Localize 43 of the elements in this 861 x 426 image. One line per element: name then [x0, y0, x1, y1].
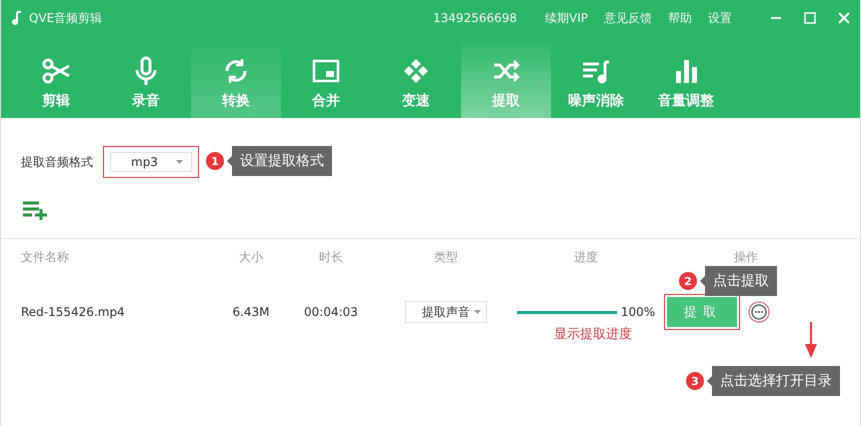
close-icon[interactable]: [838, 12, 850, 24]
menu-link[interactable]: 续期VIP: [545, 10, 588, 26]
tool-tab[interactable]: 合并: [281, 36, 371, 118]
column-header: 文件名称: [21, 248, 70, 266]
column-header: 大小: [238, 248, 264, 266]
step-badge: 2: [679, 272, 697, 290]
file-name: Red-155426.mp4: [21, 305, 126, 319]
column-header: 进度: [573, 248, 599, 266]
column-header: 类型: [433, 248, 459, 266]
format-label: 提取音频格式: [21, 154, 93, 170]
scissors-icon: [41, 56, 71, 86]
column-header: 操作: [733, 248, 759, 266]
menu-link[interactable]: 帮助: [668, 10, 692, 26]
music-note-icon: [11, 11, 23, 25]
callout-tooltip: 点击提取: [700, 266, 777, 296]
format-dropdown[interactable]: mp3: [110, 152, 192, 172]
column-header: 时长: [318, 248, 344, 266]
type-dropdown[interactable]: 提取声音: [405, 301, 487, 323]
tool-tab[interactable]: 录音: [101, 36, 191, 118]
more-options-icon[interactable]: [748, 301, 770, 323]
tool-tab[interactable]: 音量调整: [641, 36, 731, 118]
file-size: 6.43M: [231, 305, 271, 319]
step-badge: 1: [206, 152, 224, 170]
menu-link[interactable]: 设置: [708, 10, 732, 26]
add-list-icon[interactable]: [23, 200, 49, 220]
tool-tab[interactable]: 提取: [461, 36, 551, 118]
progress-note: 显示提取进度: [554, 326, 632, 343]
maximize-icon[interactable]: [804, 12, 816, 24]
callout-tooltip: 设置提取格式: [227, 146, 332, 176]
extract-button[interactable]: 提取: [667, 297, 737, 327]
tool-tab[interactable]: 变速: [371, 36, 461, 118]
tool-tab[interactable]: 噪声消除: [551, 36, 641, 118]
tool-tab[interactable]: 剪辑: [11, 36, 101, 118]
window-title: QVE音频剪辑: [29, 10, 104, 26]
caret-icon: [474, 310, 481, 314]
callout-tooltip: 点击选择打开目录: [707, 366, 840, 396]
progress-percent: 100%: [620, 305, 656, 319]
menu-link[interactable]: 意见反馈: [604, 10, 652, 26]
caret-icon: [176, 160, 183, 164]
file-duration: 00:04:03: [303, 305, 359, 319]
step-badge: 3: [686, 372, 704, 390]
pointer-arrow: [804, 322, 818, 358]
account-number: 13492566698: [433, 11, 518, 25]
